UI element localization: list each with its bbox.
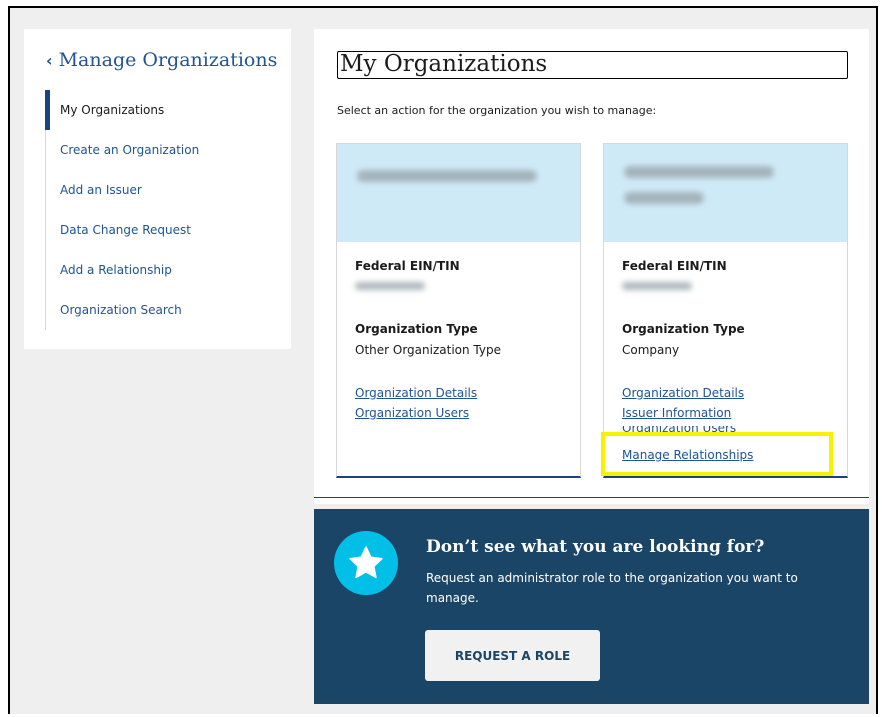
request-role-banner: Don’t see what you are looking for? Requ…	[314, 509, 869, 704]
organization-card: Federal EIN/TIN Organization Type Other …	[336, 143, 581, 478]
sidenav-item-data-change-request[interactable]: Data Change Request	[45, 210, 275, 250]
manage-relationships-link[interactable]: Manage Relationships	[622, 448, 753, 462]
chevron-left-icon: ‹	[46, 50, 53, 70]
redacted-organization-name	[357, 170, 537, 182]
sidenav-item-my-organizations[interactable]: My Organizations	[45, 90, 275, 130]
request-role-button[interactable]: REQUEST A ROLE	[425, 630, 600, 681]
sidenav-item-add-issuer[interactable]: Add an Issuer	[45, 170, 275, 210]
side-navigation: ‹ Manage Organizations My Organizations …	[24, 29, 291, 349]
redacted-organization-name	[624, 166, 774, 178]
banner-description: Request an administrator role to the org…	[426, 571, 798, 605]
sidenav-item-organization-search[interactable]: Organization Search	[45, 290, 275, 330]
sidenav-item-create-organization[interactable]: Create an Organization	[45, 130, 275, 170]
back-to-manage-organizations-link[interactable]: ‹ Manage Organizations	[46, 49, 277, 71]
organization-users-link[interactable]: Organization Users	[355, 406, 469, 420]
back-link-label: Manage Organizations	[58, 49, 278, 71]
ein-label: Federal EIN/TIN	[622, 259, 727, 273]
organization-card-header	[604, 144, 847, 242]
organization-details-link[interactable]: Organization Details	[355, 386, 477, 400]
organization-type-label: Organization Type	[355, 322, 478, 336]
redacted-ein-value	[355, 282, 425, 290]
sidenav-item-add-relationship[interactable]: Add a Relationship	[45, 250, 275, 290]
organization-card-header	[337, 144, 580, 242]
redacted-ein-value	[622, 282, 692, 290]
organization-type-value: Company	[622, 343, 680, 357]
organization-card: Federal EIN/TIN Organization Type Compan…	[603, 143, 848, 478]
star-icon	[334, 531, 398, 595]
page-title: My Organizations	[337, 51, 848, 79]
issuer-information-link[interactable]: Issuer Information	[622, 406, 731, 420]
organization-users-link[interactable]: Organization Users	[622, 426, 736, 432]
redacted-organization-id	[624, 192, 704, 204]
main-content: My Organizations Select an action for th…	[314, 29, 869, 504]
organization-type-value: Other Organization Type	[355, 343, 501, 357]
banner-heading: Don’t see what you are looking for?	[426, 537, 765, 557]
organization-details-link[interactable]: Organization Details	[622, 386, 744, 400]
organization-type-label: Organization Type	[622, 322, 745, 336]
sidenav-list: My Organizations Create an Organization …	[45, 90, 275, 330]
ein-label: Federal EIN/TIN	[355, 259, 460, 273]
section-divider	[314, 497, 869, 498]
page-subtitle: Select an action for the organization yo…	[337, 104, 657, 117]
